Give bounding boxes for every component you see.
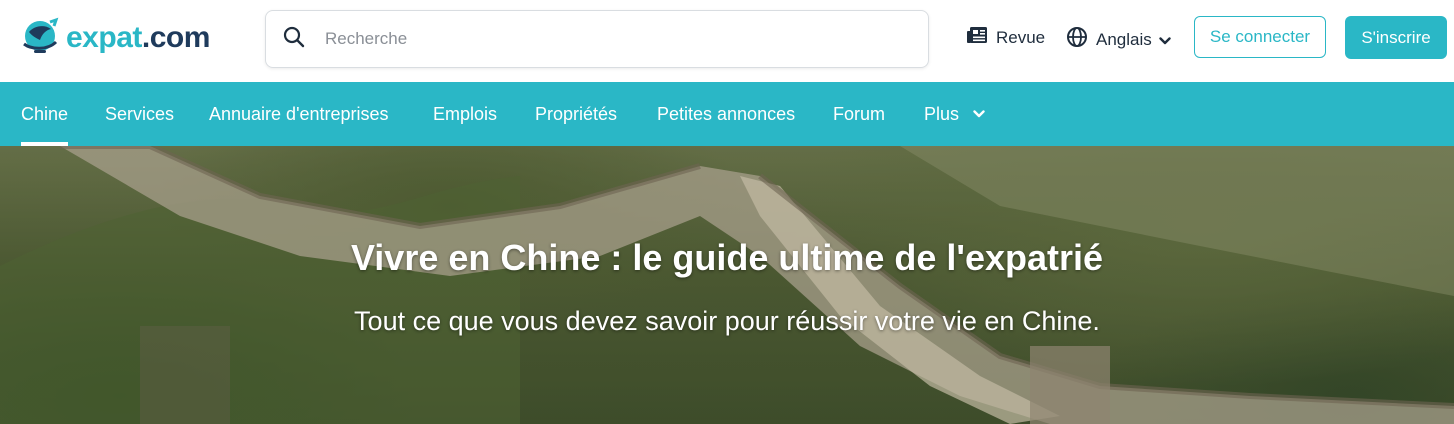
nav-item-annuaire[interactable]: Annuaire d'entreprises — [209, 82, 389, 146]
main-nav: Chine Services Annuaire d'entreprises Em… — [0, 82, 1454, 146]
language-selector[interactable]: Anglais — [1066, 26, 1179, 53]
site-header: expat.com Revue — [0, 0, 1454, 82]
nav-item-emplois[interactable]: Emplois — [433, 82, 497, 146]
hero-banner: Vivre en Chine : le guide ultime de l'ex… — [0, 146, 1454, 424]
globe-icon — [1066, 26, 1096, 53]
signup-button[interactable]: S'inscrire — [1345, 16, 1447, 59]
nav-item-services[interactable]: Services — [105, 82, 174, 146]
revue-label: Revue — [996, 27, 1046, 47]
nav-item-forum[interactable]: Forum — [833, 82, 885, 146]
logo-text: expat.com — [66, 21, 210, 54]
chevron-down-icon — [1159, 30, 1179, 50]
nav-item-chine[interactable]: Chine — [21, 82, 69, 146]
great-wall-image — [0, 146, 1454, 424]
search-bar[interactable] — [265, 10, 929, 68]
search-icon — [266, 26, 305, 53]
nav-plus-label: Plus — [924, 104, 960, 124]
nav-item-petites-annonces[interactable]: Petites annonces — [657, 82, 795, 146]
nav-item-proprietes[interactable]: Propriétés — [535, 82, 617, 146]
hero-title: Vivre en Chine : le guide ultime de l'ex… — [350, 237, 1104, 278]
revue-link[interactable]: Revue — [966, 26, 1045, 49]
chevron-down-icon — [973, 110, 985, 118]
login-button[interactable]: Se connecter — [1194, 16, 1326, 58]
hero-subtitle: Tout ce que vous devez savoir pour réuss… — [354, 306, 1100, 336]
newspaper-icon — [966, 26, 996, 49]
logo[interactable]: expat.com — [20, 14, 210, 62]
search-input[interactable] — [323, 28, 887, 50]
language-label: Anglais — [1096, 29, 1152, 49]
logo-globe-icon — [20, 16, 60, 61]
nav-item-plus[interactable]: Plus — [924, 82, 985, 146]
